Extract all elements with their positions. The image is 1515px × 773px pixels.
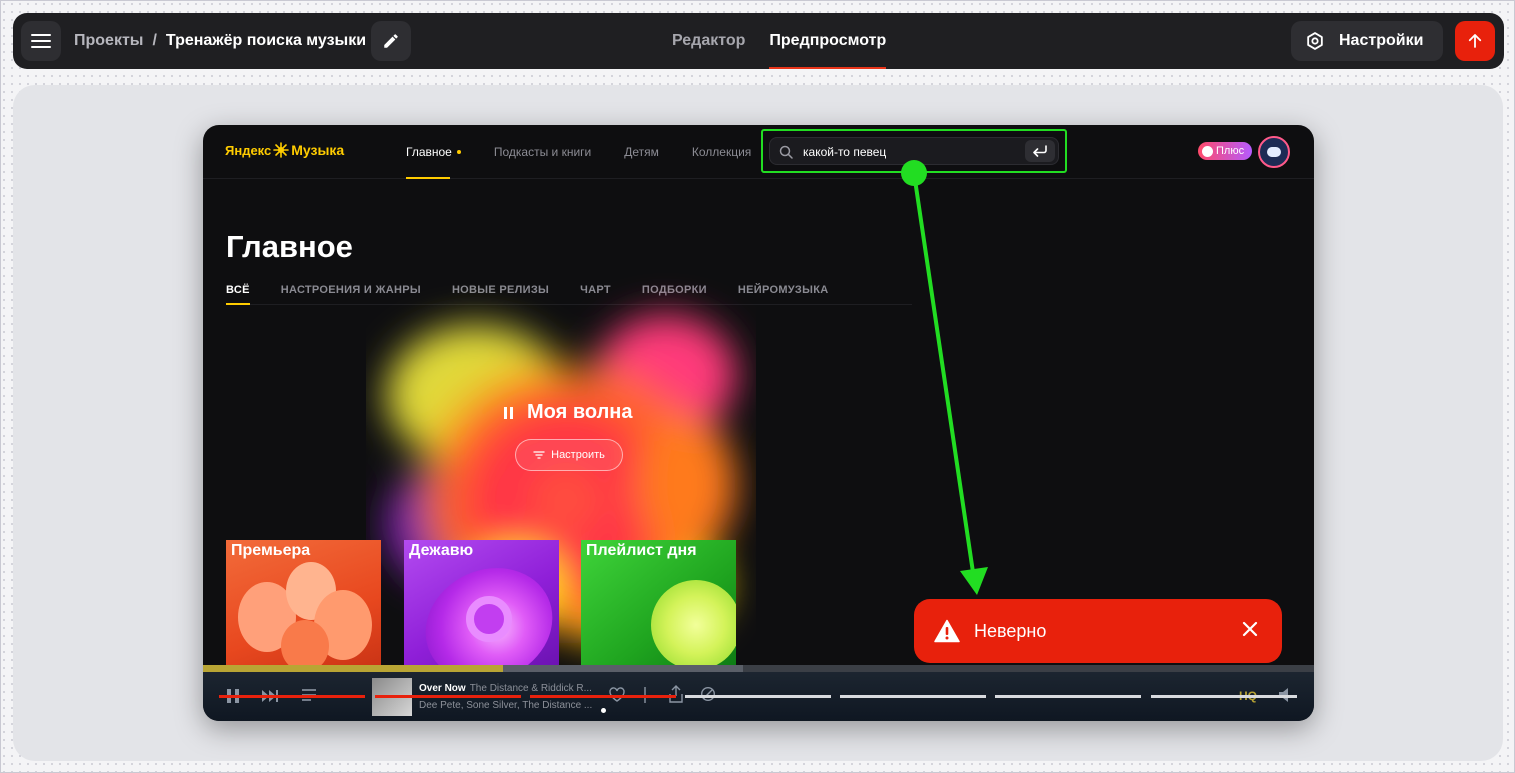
active-dot-icon <box>456 150 461 154</box>
nav-kids[interactable]: Детям <box>624 125 659 179</box>
story-segment <box>995 695 1141 698</box>
plus-icon <box>1202 145 1213 157</box>
close-icon[interactable] <box>1240 619 1260 639</box>
block-icon[interactable] <box>700 686 716 702</box>
settings-icon <box>1307 32 1323 50</box>
avatar-image <box>1267 147 1281 157</box>
tune-label: Настроить <box>551 449 605 461</box>
plus-badge[interactable]: Плюс <box>1198 142 1252 160</box>
tab-preview[interactable]: Предпросмотр <box>769 13 886 69</box>
plus-label: Плюс <box>1216 145 1245 157</box>
avatar[interactable] <box>1258 136 1290 168</box>
playlist-card-daily[interactable]: Плейлист дня <box>581 540 736 670</box>
pause-icon <box>504 406 516 419</box>
story-segment <box>840 695 986 698</box>
story-segment <box>375 695 521 698</box>
card-title: Премьера <box>231 542 311 559</box>
yandex-music-logo[interactable]: Яндекс Музыка <box>225 142 344 158</box>
hamburger-icon <box>31 34 51 48</box>
sun-icon <box>273 142 290 158</box>
top-bar: Проекты / Тренажёр поиска музыки Редакто… <box>13 13 1504 69</box>
story-segment <box>685 695 831 698</box>
search-input[interactable]: какой-то певец <box>769 137 1059 165</box>
logo-right-text: Музыка <box>291 142 345 158</box>
card-title: Дежавю <box>409 542 474 559</box>
settings-button[interactable]: Настройки <box>1291 21 1443 61</box>
story-segment <box>530 695 676 698</box>
card-artwork <box>651 580 736 670</box>
story-segment <box>219 695 365 698</box>
page-title: Главное <box>226 229 353 264</box>
playback-progress[interactable] <box>203 665 1314 672</box>
publish-button[interactable] <box>1455 21 1495 61</box>
logo-left-text: Яндекс <box>225 142 272 158</box>
breadcrumb: Проекты / Тренажёр поиска музыки <box>74 13 366 69</box>
project-name: Тренажёр поиска музыки <box>165 32 367 49</box>
progress-fill <box>203 665 503 672</box>
my-wave-play-button[interactable]: Моя волна <box>504 401 633 424</box>
playlist-card-dejavu[interactable]: Дежавю <box>404 540 559 670</box>
share-icon[interactable] <box>669 685 683 703</box>
filter-icon <box>533 451 545 459</box>
playlist-card-premiere[interactable]: Премьера <box>226 540 381 670</box>
search-submit-button[interactable] <box>1025 140 1055 162</box>
rename-button[interactable] <box>371 21 411 61</box>
main-nav: Главное Подкасты и книги Детям Коллекция <box>406 125 784 179</box>
warning-icon <box>934 619 960 643</box>
settings-label: Настройки <box>1339 32 1424 49</box>
tune-button[interactable]: Настроить <box>515 439 623 471</box>
enter-icon <box>1033 145 1047 157</box>
search-icon <box>779 145 793 159</box>
tab-editor[interactable]: Редактор <box>672 13 745 69</box>
arrow-up-icon <box>1468 34 1482 48</box>
breadcrumb-projects[interactable]: Проекты <box>74 32 143 50</box>
pencil-icon <box>384 34 398 48</box>
category-all[interactable]: ВСЁ <box>226 284 250 305</box>
app-header: Яндекс Музыка Главное Подкасты и книги Д… <box>203 125 1314 179</box>
toast-message: Неверно <box>974 620 1047 641</box>
nav-main-label: Главное <box>406 145 452 159</box>
story-segment <box>1151 695 1297 698</box>
page-indicator-dot <box>601 708 606 713</box>
track-artists[interactable]: Dee Pete, Sone Silver, The Distance ... <box>419 700 592 711</box>
nav-podcasts[interactable]: Подкасты и книги <box>494 125 591 179</box>
nav-main[interactable]: Главное <box>406 125 461 179</box>
my-wave-title: Моя волна <box>527 401 633 423</box>
breadcrumb-separator: / <box>152 32 157 49</box>
error-toast: Неверно <box>914 599 1282 663</box>
nav-collection[interactable]: Коллекция <box>692 125 751 179</box>
mode-tabs: Редактор Предпросмотр <box>672 13 910 69</box>
track-name: Over Now <box>419 683 466 694</box>
track-subtitle: The Distance & Riddick R... <box>469 683 592 694</box>
menu-button[interactable] <box>21 21 61 61</box>
card-title: Плейлист дня <box>586 542 697 559</box>
search-value: какой-то певец <box>803 145 887 159</box>
track-title[interactable]: Over Now The Distance & Riddick R... <box>419 683 592 694</box>
